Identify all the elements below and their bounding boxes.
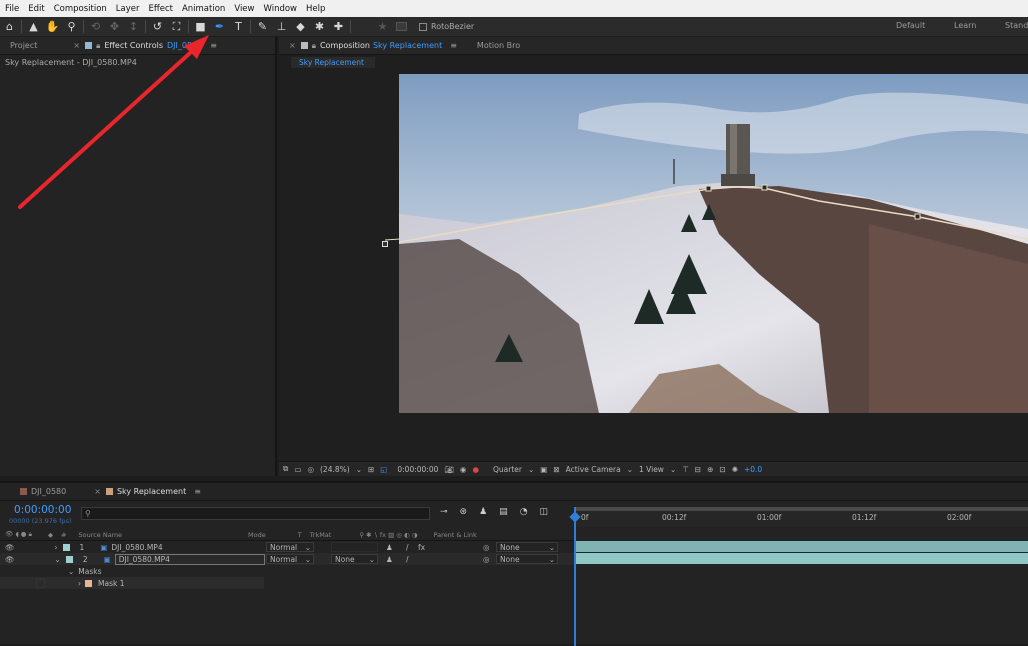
annotation-arrow bbox=[18, 35, 209, 209]
